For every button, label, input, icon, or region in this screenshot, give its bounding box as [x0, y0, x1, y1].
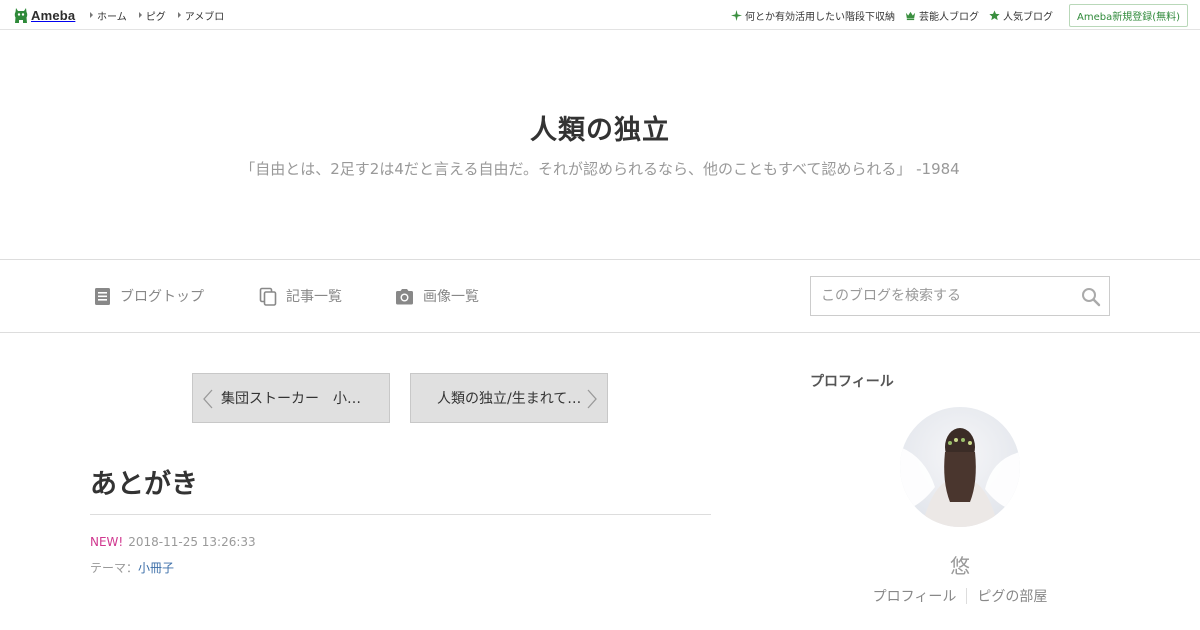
- article-meta: NEW! 2018-11-25 13:26:33: [90, 535, 256, 549]
- next-article-label: 人類の独立/生まれて…: [437, 391, 581, 407]
- avatar[interactable]: [900, 407, 1020, 527]
- arrow-right-icon: [177, 12, 181, 18]
- article-title[interactable]: あとがき: [90, 462, 198, 501]
- popular-blog-label: 人気ブログ: [1002, 11, 1053, 23]
- blog-description: 「自由とは、2足す2は4だと言える自由だ。それが認められるなら、他のこともすべて…: [240, 160, 960, 178]
- ameba-logo[interactable]: Ameba: [14, 6, 75, 24]
- camera-icon: [396, 288, 413, 304]
- trending-topic-label: 何とか有効活用したい階段下収納: [744, 11, 895, 23]
- nav-article-list-label: 記事一覧: [286, 289, 342, 305]
- new-badge: NEW!: [90, 535, 124, 549]
- document-icon: [95, 287, 110, 305]
- top-nav-ameblo[interactable]: アメブロ: [177, 8, 225, 23]
- star-icon: [989, 9, 1000, 20]
- top-nav-label: アメブロ: [184, 11, 225, 23]
- profile-links: プロフィール ピグの部屋: [860, 586, 1060, 606]
- prev-article-button[interactable]: 集団ストーカー 小…: [192, 373, 390, 423]
- nav-blog-top-label: ブログトップ: [120, 289, 204, 305]
- top-nav-home[interactable]: ホーム: [90, 8, 127, 23]
- article-divider: [90, 514, 711, 515]
- copy-icon: [259, 287, 277, 306]
- chevron-left-icon: [203, 389, 213, 409]
- top-nav-label: ホーム: [97, 11, 127, 23]
- profile-nickname: 悠: [0, 550, 1200, 579]
- top-bar: Ameba ホーム ピグ アメブロ 何とか有効活用したい階段下収納 芸能人ブログ…: [0, 0, 1200, 30]
- celebrity-blog-link[interactable]: 芸能人ブログ: [905, 8, 979, 23]
- logo-text: Ameba: [31, 7, 76, 23]
- next-article-button[interactable]: 人類の独立/生まれて…: [410, 373, 608, 423]
- arrow-right-icon: [138, 12, 142, 18]
- signup-button[interactable]: Ameba新規登録(無料): [1068, 3, 1188, 27]
- search-input[interactable]: [811, 277, 1061, 315]
- popular-blog-link[interactable]: 人気ブログ: [989, 8, 1053, 23]
- nav-image-list-label: 画像一覧: [423, 289, 479, 305]
- top-right-links: 何とか有効活用したい階段下収納 芸能人ブログ 人気ブログ Ameba新規登録(無…: [730, 0, 1188, 30]
- nav-image-list[interactable]: 画像一覧: [395, 286, 479, 306]
- trending-topic-link[interactable]: 何とか有効活用したい階段下収納: [730, 8, 895, 23]
- blog-nav-bar: ブログトップ 記事一覧 画像一覧: [0, 259, 1200, 333]
- pigg-room-link[interactable]: ピグの部屋: [967, 586, 1057, 606]
- crown-icon: [905, 11, 916, 20]
- nav-blog-top[interactable]: ブログトップ: [94, 286, 204, 306]
- sparkle-icon: [730, 9, 742, 21]
- profile-link[interactable]: プロフィール: [863, 586, 967, 606]
- prev-article-label: 集団ストーカー 小…: [221, 391, 361, 407]
- article-date: 2018-11-25 13:26:33: [128, 535, 256, 549]
- chevron-right-icon: [587, 389, 597, 409]
- nickname-text[interactable]: 悠: [950, 550, 970, 579]
- top-nav: ホーム ピグ アメブロ: [90, 0, 236, 30]
- search-icon[interactable]: [1081, 287, 1101, 307]
- celebrity-blog-label: 芸能人ブログ: [918, 11, 979, 23]
- top-nav-pigg[interactable]: ピグ: [138, 8, 166, 23]
- arrow-right-icon: [90, 12, 93, 18]
- profile-heading: プロフィール: [810, 374, 894, 390]
- blog-title[interactable]: 人類の独立: [0, 108, 1200, 147]
- top-nav-label: ピグ: [145, 11, 166, 23]
- nav-article-list[interactable]: 記事一覧: [259, 286, 342, 306]
- blog-search: [810, 276, 1110, 316]
- ameba-mascot-icon: [14, 7, 28, 23]
